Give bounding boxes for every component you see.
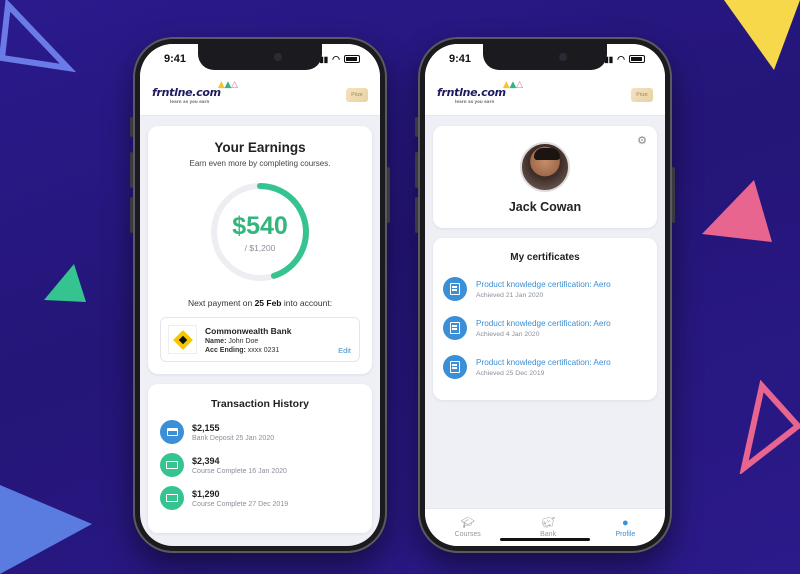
screen: 9:41 ▮▮▮ ◠ frntlne.com ▲▲△ learn as you … [425,44,665,546]
certificates-card: My certificates Product knowledge certif… [433,238,657,400]
tab-bar: 🎓︎ Courses 🐖︎ Bank ● Profile [425,508,665,546]
status-time: 9:41 [164,53,187,65]
battery-icon [344,55,360,63]
earnings-card: Your Earnings Earn even more by completi… [148,126,372,374]
transaction-row[interactable]: $2,155 Bank Deposit 25 Jan 2020 [160,420,360,444]
piggy-bank-icon: 🐖︎ [541,516,556,529]
deco-triangle-outline-topleft [0,0,77,73]
transaction-row[interactable]: $1,290 Course Complete 27 Dec 2019 [160,486,360,510]
next-payment-text: Next payment on 25 Feb into account: [187,298,333,308]
account-ending: Acc Ending: xxxx 0231 [205,346,280,354]
edit-bank-link[interactable]: Edit [338,346,351,355]
phone-profile: 9:41 ▮▮▮ ◠ frntlne.com ▲▲△ learn as you … [415,37,675,553]
certificate-icon [443,316,467,340]
cash-icon [160,486,184,510]
tab-courses[interactable]: 🎓︎ Courses [455,516,481,538]
transaction-history-card: Transaction History $2,155 Bank Deposit 2… [148,384,372,533]
deco-triangle-blue-bottom [0,485,92,574]
status-time: 9:41 [449,53,472,65]
transaction-history-title: Transaction History [210,398,310,410]
partner-badge[interactable]: Prize [346,87,368,102]
cash-icon [160,453,184,477]
earnings-progress-ring: $540 / $1,200 [208,180,312,284]
notch [483,44,607,70]
frntlne-logo[interactable]: frntlne.com ▲▲△ learn as you earn [152,80,238,104]
certificate-item[interactable]: Product knowledge certification: Aero Ach… [443,355,647,379]
profile-card: ⚙ Jack Cowan [433,126,657,228]
frntlne-logo[interactable]: frntlne.com ▲▲△ learn as you earn [437,80,523,104]
screen: 9:41 ▮▮▮ ◠ frntlne.com ▲▲△ learn as you … [140,44,380,546]
deco-triangle-pink [702,180,772,242]
wifi-icon: ◠ [332,53,340,64]
certificate-icon [443,355,467,379]
profile-name: Jack Cowan [508,200,582,214]
tab-profile[interactable]: ● Profile [615,516,635,538]
partner-badge[interactable]: Prize [631,87,653,102]
graduation-cap-icon: 🎓︎ [460,516,475,529]
avatar [520,142,570,192]
wifi-icon: ◠ [617,53,625,64]
deco-triangle-yellow [724,0,800,70]
certificate-item[interactable]: Product knowledge certification: Aero Ach… [443,316,647,340]
app-header: frntlne.com ▲▲△ learn as you earn Prize [140,74,380,116]
deco-triangle-green [44,264,86,302]
transaction-row[interactable]: $2,394 Course Complete 16 Jan 2020 [160,453,360,477]
tab-bank[interactable]: 🐖︎ Bank [540,516,556,538]
certificate-icon [443,277,467,301]
certificates-title: My certificates [510,252,580,263]
user-icon: ● [622,516,629,529]
bank-name: Commonwealth Bank [205,325,292,336]
earnings-title: Your Earnings [214,140,306,155]
home-indicator [500,538,590,541]
battery-icon [629,55,645,63]
bank-account-card: Commonwealth Bank Name: John Doe Acc End… [160,317,360,362]
card-icon [160,420,184,444]
earnings-amount: $540 [232,212,288,240]
gear-icon[interactable]: ⚙ [637,134,647,147]
earnings-goal: / $1,200 [244,243,276,253]
commonwealth-bank-logo [168,325,197,354]
phone-earnings: 9:41 ▮▮▮ ◠ frntlne.com ▲▲△ learn as you … [130,37,390,553]
notch [198,44,322,70]
earnings-subtitle: Earn even more by completing courses. [189,159,331,168]
account-holder: Name: John Doe [205,337,259,345]
deco-triangle-outline-pink [739,380,800,474]
app-header: frntlne.com ▲▲△ learn as you earn Prize [425,74,665,116]
certificate-item[interactable]: Product knowledge certification: Aero Ach… [443,277,647,301]
